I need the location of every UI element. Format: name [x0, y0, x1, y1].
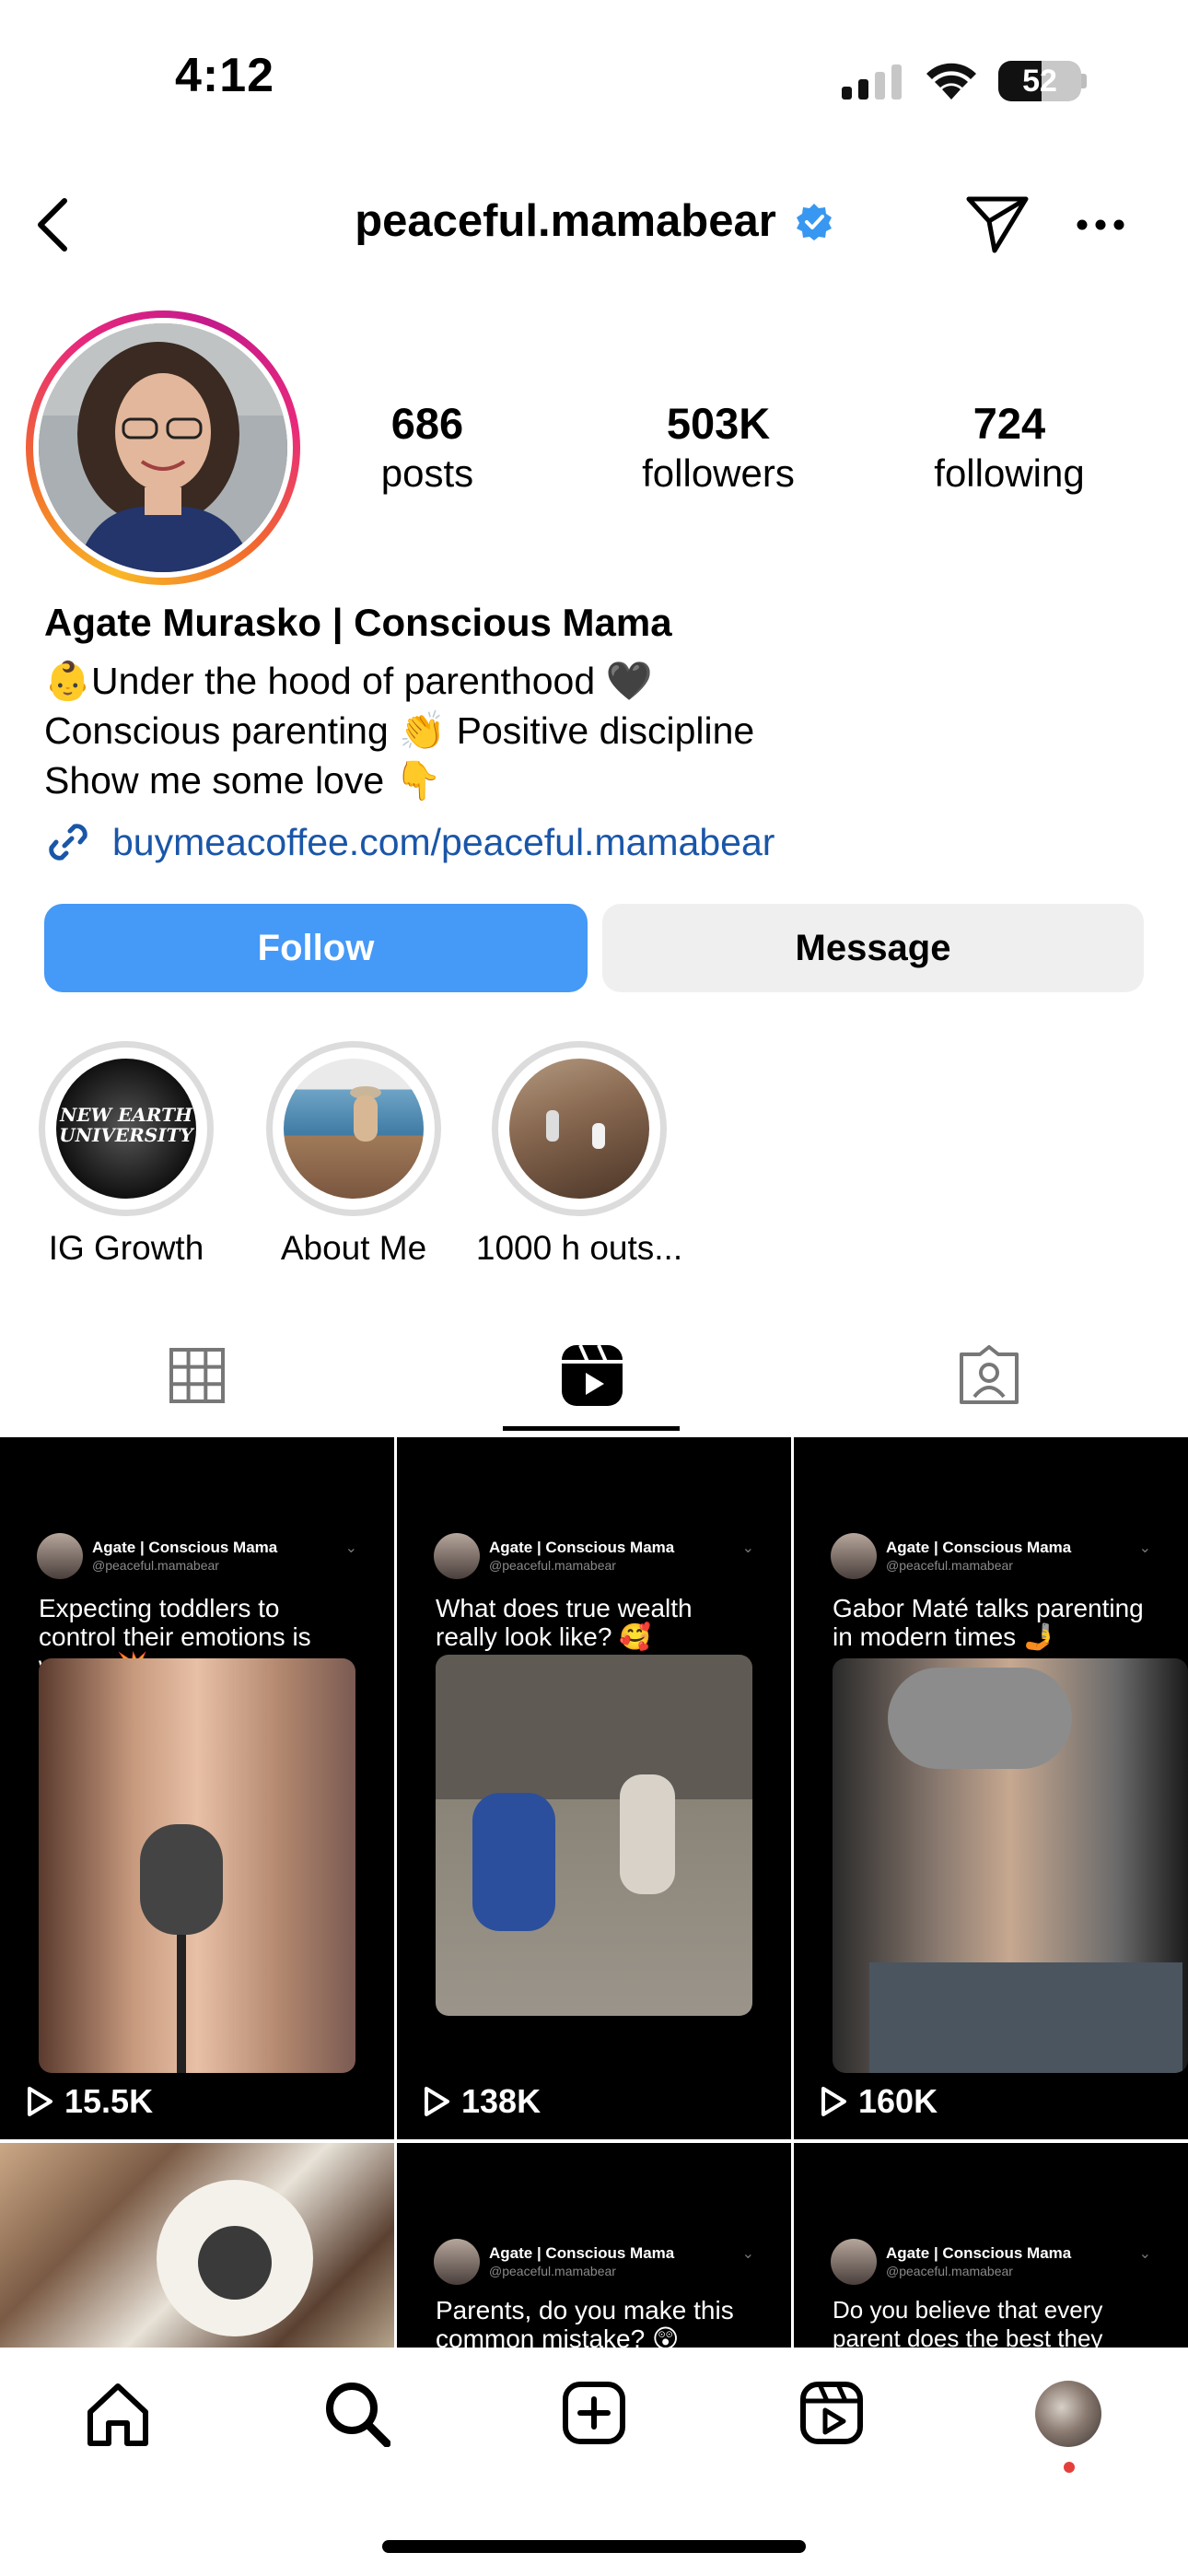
reel-header: Agate | Conscious Mama @peaceful.mamabea… [434, 2239, 674, 2285]
highlight-label-ig-growth: IG Growth [48, 1229, 204, 1267]
play-icon [28, 2087, 52, 2116]
reel-caption: Do you believe that every parent does th… [833, 2296, 1103, 2348]
home-indicator [382, 2540, 806, 2553]
username-text: peaceful.mamabear [355, 196, 776, 246]
reel-handle: @peaceful.mamabear [886, 2264, 1013, 2278]
more-options-icon[interactable] [1076, 217, 1125, 232]
reel-handle: @peaceful.mamabear [489, 1558, 616, 1573]
play-icon [425, 2087, 449, 2116]
reel-tile[interactable]: Agate | Conscious Mama @peaceful.mamabea… [397, 2143, 791, 2348]
reel-thumbnail [39, 1658, 355, 2073]
reel-account: Agate | Conscious Mama [489, 2244, 675, 2262]
message-button[interactable]: Message [602, 904, 1144, 992]
reel-handle: @peaceful.mamabear [489, 2264, 616, 2278]
stat-followers[interactable]: 503K followers [617, 398, 820, 498]
wifi-icon [926, 63, 976, 100]
grid-icon[interactable] [169, 1347, 226, 1404]
profile-avatar[interactable] [26, 310, 300, 585]
highlight-about-me[interactable] [266, 1041, 441, 1216]
bio-line-3: Show me some love 👇 [44, 759, 442, 802]
highlight-label-1000h: 1000 h outs... [475, 1229, 683, 1267]
bio-link[interactable]: buymeacoffee.com/peaceful.mamabear [44, 818, 775, 866]
reel-views: 138K [423, 2082, 541, 2121]
highlight-1000h-outside[interactable] [492, 1041, 667, 1216]
create-post-icon[interactable] [562, 2381, 626, 2445]
share-paper-plane-icon[interactable] [965, 193, 1030, 254]
reel-views: 160K [820, 2082, 938, 2121]
reel-caption: Gabor Maté talks parenting in modern tim… [833, 1594, 1144, 1651]
bio-line-2: Conscious parenting 👏 Positive disciplin… [44, 709, 755, 752]
reel-avatar [831, 2239, 877, 2285]
reel-avatar [831, 1533, 877, 1579]
stat-following[interactable]: 724 following [908, 398, 1111, 498]
reel-header: Agate | Conscious Mama @peaceful.mamabea… [434, 1533, 674, 1579]
followers-label: followers [642, 451, 795, 495]
reels-tab-icon[interactable] [560, 1343, 624, 1408]
following-count: 724 [973, 399, 1046, 448]
battery-indicator: 52 [998, 61, 1081, 101]
reel-view-count: 15.5K [64, 2082, 154, 2120]
reel-handle: @peaceful.mamabear [92, 1558, 219, 1573]
reels-icon[interactable] [799, 2381, 864, 2445]
home-icon[interactable] [85, 2381, 151, 2447]
chevron-down-icon: ⌄ [741, 1540, 754, 1556]
reel-view-count: 160K [858, 2082, 938, 2120]
highlight-ig-growth[interactable]: NEW EARTH UNIVERSITY [39, 1041, 214, 1216]
chevron-down-icon: ⌄ [1138, 1540, 1151, 1556]
verified-badge-icon [796, 204, 832, 240]
tagged-icon[interactable] [958, 1345, 1020, 1406]
battery-tip [1081, 74, 1087, 88]
reel-header: Agate | Conscious Mama @peaceful.mamabea… [831, 2239, 1071, 2285]
reel-account: Agate | Conscious Mama [92, 1539, 278, 1556]
reel-thumbnail [436, 1655, 752, 2016]
bio-link-text[interactable]: buymeacoffee.com/peaceful.mamabear [112, 821, 775, 864]
highlight-art-text: NEW EARTH UNIVERSITY [59, 1104, 193, 1146]
reel-avatar [434, 1533, 480, 1579]
followers-count: 503K [666, 399, 771, 448]
active-tab-indicator [503, 1426, 680, 1431]
profile-tab-avatar[interactable] [1035, 2381, 1101, 2447]
follow-button[interactable]: Follow [44, 904, 588, 992]
chevron-down-icon: ⌄ [741, 2246, 754, 2262]
cellular-signal-icon [842, 64, 902, 100]
search-icon[interactable] [324, 2381, 390, 2447]
play-icon [821, 2087, 846, 2116]
reel-tile[interactable]: Agate | Conscious Mama @peaceful.mamabea… [794, 1437, 1188, 2139]
chevron-down-icon: ⌄ [1138, 2246, 1151, 2262]
link-icon [49, 824, 87, 861]
reel-tile[interactable]: Agate | Conscious Mama @peaceful.mamabea… [794, 2143, 1188, 2348]
bio-line-1: 👶Under the hood of parenthood 🖤 [44, 660, 653, 702]
posts-label: posts [380, 451, 474, 495]
chevron-down-icon: ⌄ [344, 1540, 357, 1556]
reel-header: Agate | Conscious Mama @peaceful.mamabea… [831, 1533, 1071, 1579]
reel-avatar [434, 2239, 480, 2285]
reel-handle: @peaceful.mamabear [886, 1558, 1013, 1573]
status-time: 4:12 [175, 49, 275, 102]
notification-dot [1064, 2462, 1075, 2473]
reel-thumbnail [833, 1658, 1188, 2073]
reel-tile[interactable]: Agate | Conscious Mama @peaceful.mamabea… [0, 1437, 394, 2139]
reel-tile[interactable] [0, 2143, 394, 2348]
reel-account: Agate | Conscious Mama [886, 1539, 1072, 1556]
reel-tile[interactable]: Agate | Conscious Mama @peaceful.mamabea… [397, 1437, 791, 2139]
profile-photo [39, 323, 287, 572]
reel-view-count: 138K [461, 2082, 542, 2120]
display-name: Agate Murasko | Conscious Mama [44, 601, 672, 644]
reel-caption: What does true wealth really look like? … [436, 1594, 693, 1651]
reel-account: Agate | Conscious Mama [489, 1539, 675, 1556]
reel-account: Agate | Conscious Mama [886, 2244, 1072, 2262]
stat-posts[interactable]: 686 posts [326, 398, 529, 498]
following-label: following [934, 451, 1085, 495]
posts-count: 686 [390, 399, 464, 448]
highlight-label-about-me: About Me [280, 1229, 427, 1267]
reel-views: 15.5K [26, 2082, 153, 2121]
reel-header: Agate | Conscious Mama @peaceful.mamabea… [37, 1533, 277, 1579]
reel-caption: Parents, do you make this common mistake… [436, 2296, 734, 2348]
reel-avatar [37, 1533, 83, 1579]
